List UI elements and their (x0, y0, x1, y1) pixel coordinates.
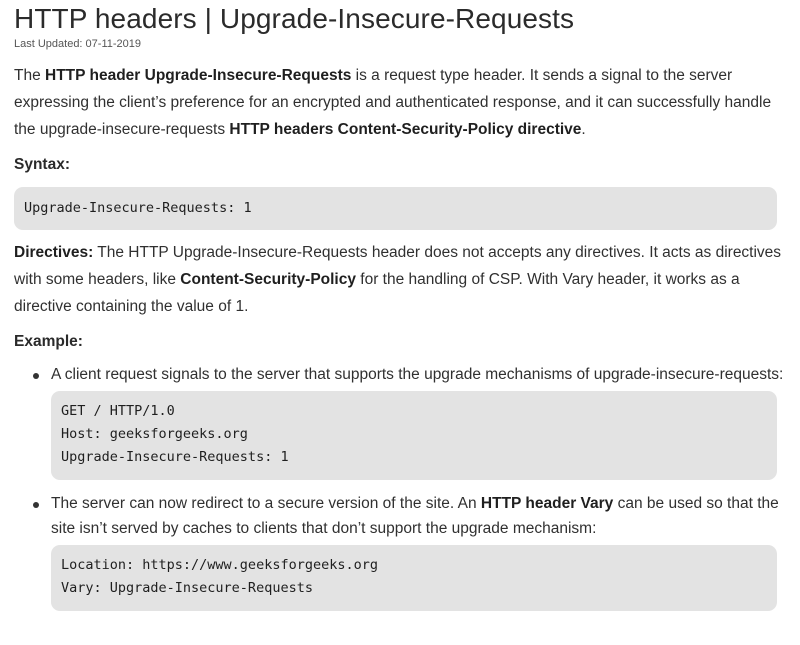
intro-text-1: The (14, 67, 46, 84)
page-title: HTTP headers | Upgrade-Insecure-Requests (14, 3, 575, 34)
syntax-heading: Syntax: (14, 156, 70, 173)
directives-label: Directives: (14, 244, 94, 261)
code-line: GET / HTTP/1.0 (61, 403, 175, 419)
example-1-code-block: GET / HTTP/1.0 Host: geeksforgeeks.org U… (51, 391, 777, 480)
bullet-icon (33, 502, 39, 508)
bullet-icon (33, 373, 39, 379)
code-line: Upgrade-Insecure-Requests: 1 (61, 449, 289, 465)
example-1-text: A client request signals to the server t… (51, 366, 784, 383)
directives-bold-1: Content-Security-Policy (180, 271, 356, 288)
example-list: A client request signals to the server t… (14, 362, 786, 611)
intro-bold-1: HTTP header Upgrade-Insecure-Requests (45, 67, 352, 84)
intro-paragraph: The HTTP header Upgrade-Insecure-Request… (14, 62, 786, 143)
directives-paragraph: Directives: The HTTP Upgrade-Insecure-Re… (14, 239, 786, 320)
code-line: Host: geeksforgeeks.org (61, 426, 248, 442)
list-item: The server can now redirect to a secure … (14, 491, 786, 611)
example-heading: Example: (14, 333, 83, 350)
last-updated-date: Last Updated: 07-11-2019 (14, 38, 141, 50)
intro-text-3: . (581, 121, 586, 138)
example-2-code-block: Location: https://www.geeksforgeeks.org … (51, 545, 777, 611)
example-2-bold-1: HTTP header Vary (480, 495, 614, 512)
code-line: Location: https://www.geeksforgeeks.org (61, 557, 378, 573)
code-line: Upgrade-Insecure-Requests: 1 (24, 200, 252, 216)
list-item: A client request signals to the server t… (14, 362, 786, 480)
code-line: Vary: Upgrade-Insecure-Requests (61, 580, 313, 596)
article-page: HTTP headers | Upgrade-Insecure-Requests… (0, 0, 800, 645)
syntax-code-block: Upgrade-Insecure-Requests: 1 (14, 187, 777, 230)
intro-bold-2: HTTP headers Content-Security-Policy dir… (229, 121, 582, 138)
example-2-text-1: The server can now redirect to a secure … (51, 495, 481, 512)
example-2-text: The server can now redirect to a secure … (51, 491, 786, 541)
